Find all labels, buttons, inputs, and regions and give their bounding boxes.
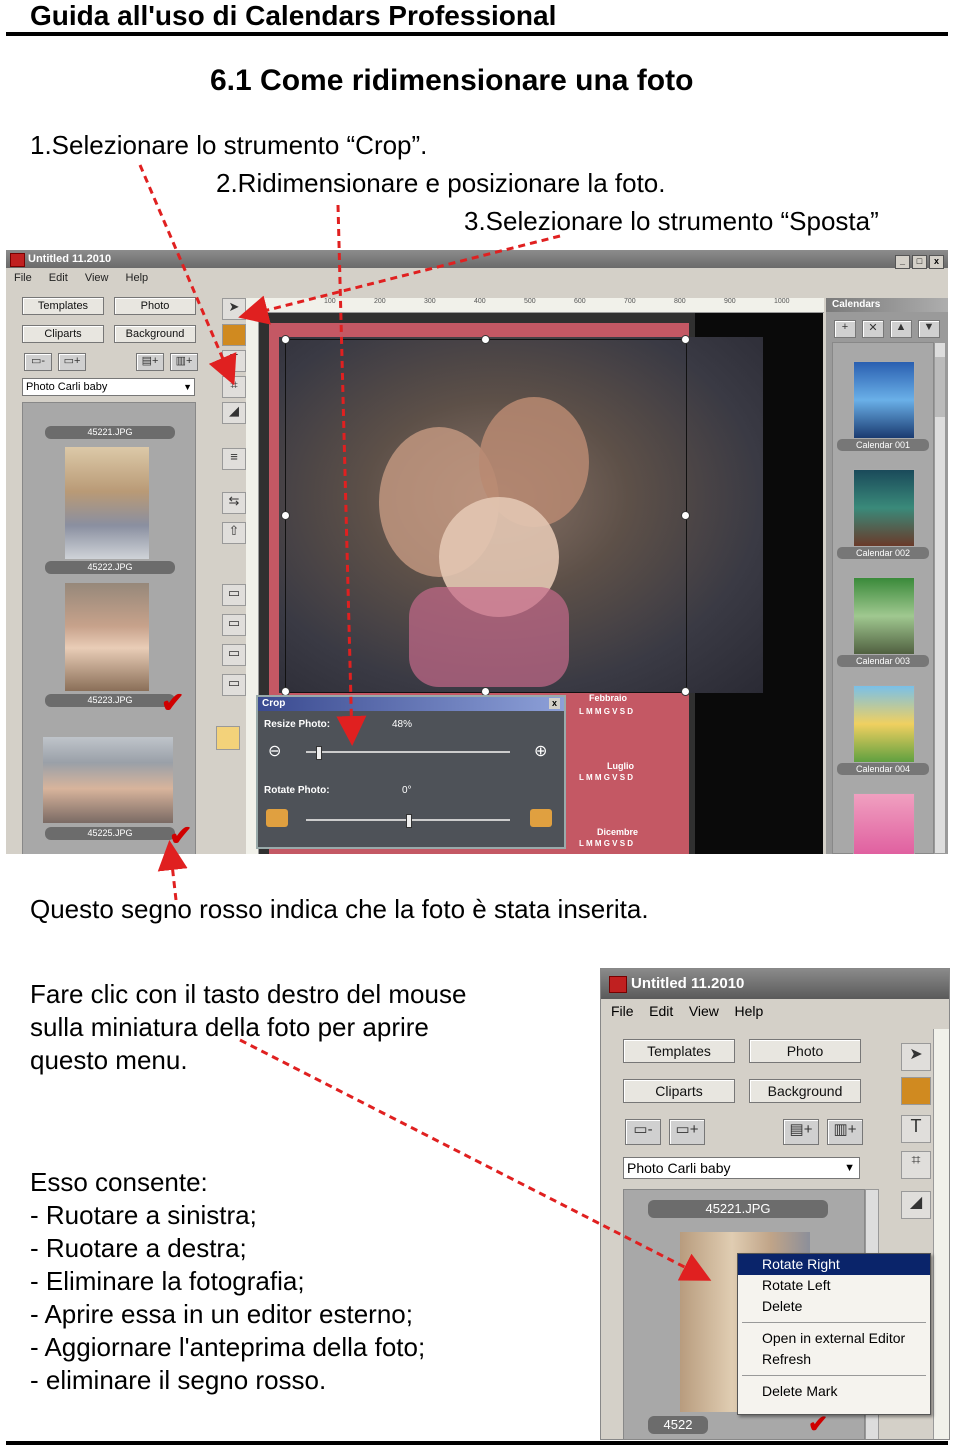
footer-rule [6,1441,948,1445]
arrow-context-menu [239,1038,712,1281]
arrow-crop-tool [138,164,237,386]
arrow-resize-slider [336,204,367,746]
arrow-red-mark [157,840,188,901]
callout-arrows [138,164,712,1281]
arrow-move-tool [238,234,561,325]
